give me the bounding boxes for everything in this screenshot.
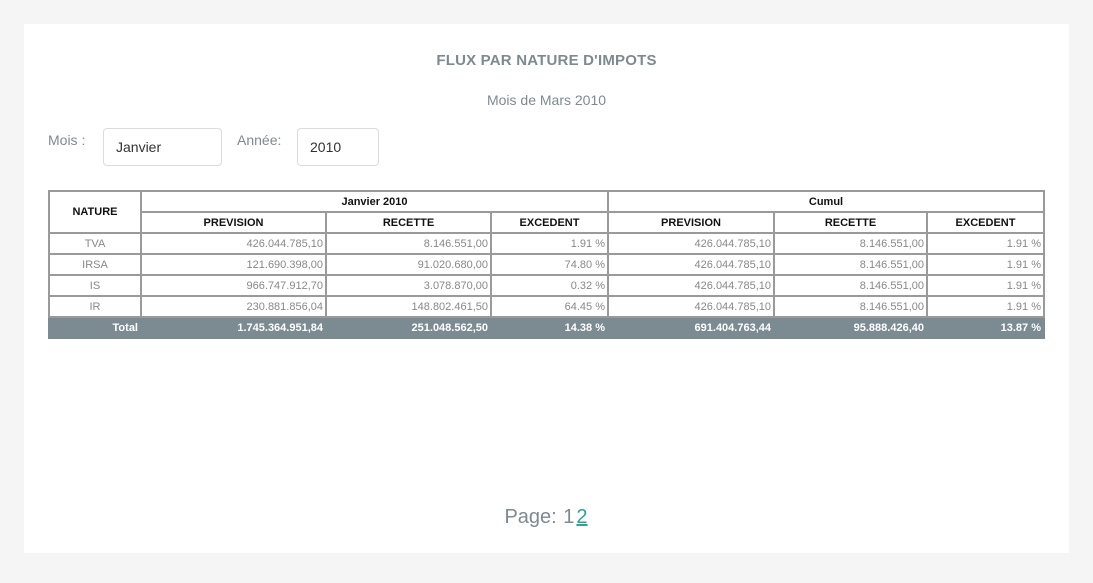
value-cell: 74.80 % xyxy=(490,253,609,276)
value-cell: 1.91 % xyxy=(926,295,1045,318)
page-label: Page: xyxy=(504,506,557,528)
nature-header: NATURE xyxy=(48,190,142,234)
report-card: FLUX PAR NATURE D'IMPOTS Mois de Mars 20… xyxy=(24,24,1069,553)
col-header-prevision-month: PREVISION xyxy=(140,211,327,234)
total-value-cell: 14.38 % xyxy=(490,316,609,339)
total-value-cell: 1.745.364.951,84 xyxy=(140,316,327,339)
col-header-excedent-month: EXCEDENT xyxy=(490,211,609,234)
nature-cell: IRSA xyxy=(48,253,142,276)
mois-input[interactable] xyxy=(103,128,222,166)
page-link-1[interactable]: 1 xyxy=(562,506,575,528)
value-cell: 121.690.398,00 xyxy=(140,253,327,276)
value-cell: 8.146.551,00 xyxy=(773,253,928,276)
nature-cell: IR xyxy=(48,295,142,318)
value-cell: 426.044.785,10 xyxy=(607,253,775,276)
value-cell: 8.146.551,00 xyxy=(773,295,928,318)
page-subtitle: Mois de Mars 2010 xyxy=(486,92,607,108)
col-header-excedent-cumul: EXCEDENT xyxy=(926,211,1045,234)
value-cell: 230.881.856,04 xyxy=(140,295,327,318)
value-cell: 8.146.551,00 xyxy=(325,232,492,255)
value-cell: 8.146.551,00 xyxy=(773,274,928,297)
value-cell: 1.91 % xyxy=(926,274,1045,297)
col-header-recette-cumul: RECETTE xyxy=(773,211,928,234)
total-row: Total 1.745.364.951,84 251.048.562,50 14.38… xyxy=(48,316,1045,339)
col-header-prevision-cumul: PREVISION xyxy=(607,211,775,234)
page-title: FLUX PAR NATURE D'IMPOTS xyxy=(436,52,657,69)
pagination: Page: 12 xyxy=(24,506,1069,529)
group-header-cumul: Cumul xyxy=(607,190,1045,213)
total-value-cell: 95.888.426,40 xyxy=(773,316,928,339)
value-cell: 3.078.870,00 xyxy=(325,274,492,297)
value-cell: 1.91 % xyxy=(926,232,1045,255)
value-cell: 91.020.680,00 xyxy=(325,253,492,276)
page-link-2[interactable]: 2 xyxy=(575,506,588,528)
total-label: Total xyxy=(48,316,142,339)
table-row: IS 966.747.912,70 3.078.870,00 0.32 % 426.04… xyxy=(48,274,1045,297)
table-row: TVA 426.044.785,10 8.146.551,00 1.91 % 426.0… xyxy=(48,232,1045,255)
nature-cell: IS xyxy=(48,274,142,297)
value-cell: 966.747.912,70 xyxy=(140,274,327,297)
table-row: IR 230.881.856,04 148.802.461,50 64.45 % 426… xyxy=(48,295,1045,318)
col-header-recette-month: RECETTE xyxy=(325,211,492,234)
value-cell: 1.91 % xyxy=(490,232,609,255)
value-cell: 426.044.785,10 xyxy=(607,274,775,297)
total-value-cell: 13.87 % xyxy=(926,316,1045,339)
total-value-cell: 251.048.562,50 xyxy=(325,316,492,339)
total-value-cell: 691.404.763,44 xyxy=(607,316,775,339)
group-header-month: Janvier 2010 xyxy=(140,190,609,213)
value-cell: 0.32 % xyxy=(490,274,609,297)
value-cell: 64.45 % xyxy=(490,295,609,318)
value-cell: 1.91 % xyxy=(926,253,1045,276)
annee-label: Année: xyxy=(237,132,282,148)
annee-input[interactable] xyxy=(297,128,379,166)
value-cell: 426.044.785,10 xyxy=(607,232,775,255)
nature-cell: TVA xyxy=(48,232,142,255)
value-cell: 8.146.551,00 xyxy=(773,232,928,255)
value-cell: 148.802.461,50 xyxy=(325,295,492,318)
mois-label: Mois : xyxy=(48,132,86,148)
table-row: IRSA 121.690.398,00 91.020.680,00 74.80 % 42… xyxy=(48,253,1045,276)
value-cell: 426.044.785,10 xyxy=(607,295,775,318)
value-cell: 426.044.785,10 xyxy=(140,232,327,255)
flux-table: NATURE Janvier 2010 Cumul PREVISION RECET… xyxy=(48,190,1045,339)
